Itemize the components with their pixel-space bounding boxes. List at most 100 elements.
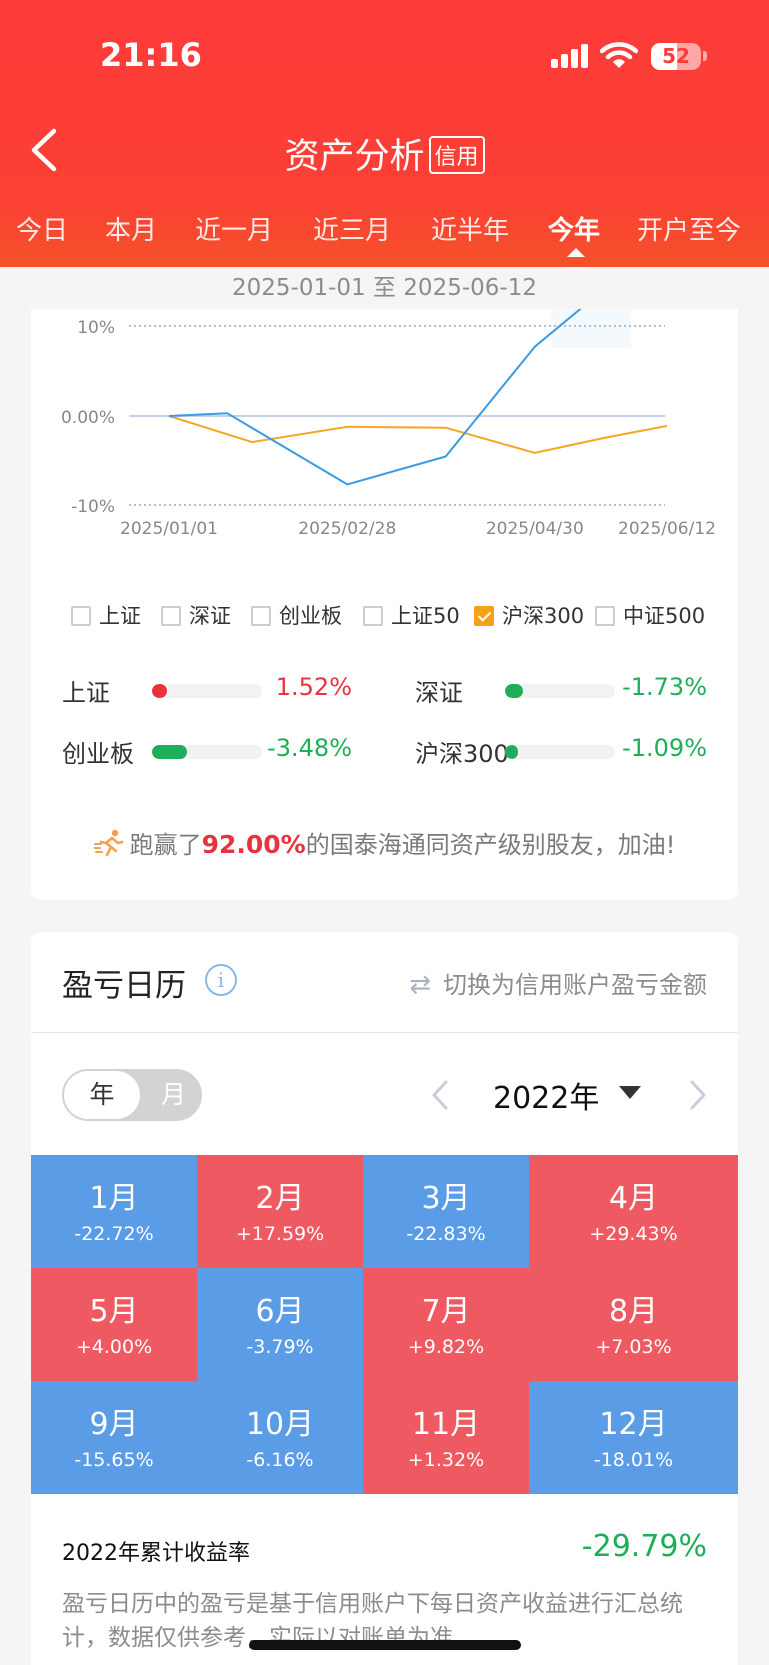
tab-since-opening[interactable]: 开户至今 xyxy=(637,210,741,247)
month-return: -3.79% xyxy=(246,1336,314,1358)
index-value: -1.09% xyxy=(622,734,707,762)
y-tick-label: 0.00% xyxy=(61,408,115,428)
month-return: +1.32% xyxy=(407,1449,485,1471)
date-range: 2025-01-01 至 2025-06-12 xyxy=(0,267,769,309)
credit-badge: 信用 xyxy=(428,136,485,174)
series-line xyxy=(169,290,609,484)
month-name: 12月 xyxy=(599,1407,668,1442)
tab-last-three-months[interactable]: 近三月 xyxy=(313,210,391,247)
asset-analysis-card: 10% 0.00% -10% 2025/01/01 2025/02/28 2025/04/… xyxy=(31,290,738,900)
index-name: 上证 xyxy=(62,679,110,707)
status-time: 21:16 xyxy=(100,36,202,74)
x-tick-label: 2025/02/28 xyxy=(298,519,396,539)
cumulative-value: -29.79% xyxy=(581,1529,707,1564)
page-title-text: 资产分析 xyxy=(284,137,425,177)
index-bar xyxy=(505,745,615,759)
index-bar-fill xyxy=(152,684,168,698)
tab-today[interactable]: 今日 xyxy=(16,210,68,247)
tab-this-year[interactable]: 今年 xyxy=(548,210,600,247)
toggle-month[interactable]: 月 xyxy=(161,1071,186,1119)
month-cell[interactable]: 10月 -6.16% xyxy=(197,1381,363,1494)
index-name: 创业板 xyxy=(62,740,134,768)
chevron-right-icon[interactable] xyxy=(687,1078,709,1112)
period-tabs: 今日 本月 近一月 近三月 近半年 今年 开户至今 xyxy=(0,210,769,260)
tab-last-month[interactable]: 近一月 xyxy=(195,210,273,247)
index-bar-fill xyxy=(505,684,523,698)
month-return: -18.01% xyxy=(593,1449,674,1471)
page-title: 资产分析 信用 xyxy=(0,128,769,179)
month-name: 2月 xyxy=(255,1181,305,1216)
month-name: 10月 xyxy=(245,1407,315,1442)
index-bar xyxy=(152,745,262,759)
y-tick-label: -10% xyxy=(71,497,115,517)
month-return: +7.03% xyxy=(595,1336,672,1358)
month-return: +17.59% xyxy=(235,1223,325,1245)
checkbox-icon xyxy=(251,606,271,626)
info-icon[interactable]: i xyxy=(205,964,237,996)
month-return: +9.82% xyxy=(407,1336,485,1358)
tab-last-half-year[interactable]: 近半年 xyxy=(431,210,509,247)
home-indicator xyxy=(249,1640,521,1650)
x-tick-label: 2025/06/12 xyxy=(618,519,716,539)
battery-level: 52 xyxy=(662,44,690,68)
month-cell[interactable]: 3月 -22.83% xyxy=(363,1155,529,1268)
month-return: -15.65% xyxy=(74,1449,154,1471)
month-cell[interactable]: 1月 -22.72% xyxy=(31,1155,197,1268)
series-line xyxy=(169,416,667,453)
y-tick-label: 10% xyxy=(77,318,115,338)
checkbox-checked-icon xyxy=(474,606,494,626)
year-selector[interactable]: 2022年 xyxy=(493,1073,599,1117)
switch-to-amount-link[interactable]: ⇄ 切换为信用账户盈亏金额 xyxy=(409,965,707,1000)
pnl-calendar-card: 盈亏日历 i ⇄ 切换为信用账户盈亏金额 年 月 2022年 1月 -22.72% 2… xyxy=(31,932,738,1665)
month-cell[interactable]: 8月 +7.03% xyxy=(529,1268,738,1381)
month-name: 9月 xyxy=(89,1407,139,1442)
battery-tip xyxy=(703,51,707,61)
month-cell[interactable]: 7月 +9.82% xyxy=(363,1268,529,1381)
return-line-chart: 10% 0.00% -10%2025/01/01 2025/02/28 2025/04/… xyxy=(61,290,716,539)
switch-arrows-icon: ⇄ xyxy=(409,970,431,1000)
index-value: -3.48% xyxy=(267,734,352,762)
month-cell[interactable]: 5月 +4.00% xyxy=(31,1268,197,1381)
legend-item-zz500[interactable]: 中证500 xyxy=(595,600,705,632)
legend-item-sz50[interactable]: 上证50 xyxy=(363,600,460,632)
month-cell[interactable]: 2月 +17.59% xyxy=(197,1155,363,1268)
month-return: -22.72% xyxy=(74,1223,154,1245)
month-return: +4.00% xyxy=(75,1336,153,1358)
cellular-signal-icon xyxy=(551,44,591,68)
month-cell[interactable]: 4月 +29.43% xyxy=(529,1155,738,1268)
month-cell[interactable]: 6月 -3.79% xyxy=(197,1268,363,1381)
chevron-left-icon[interactable] xyxy=(429,1078,451,1112)
month-name: 4月 xyxy=(608,1181,659,1216)
rank-prefix: 跑赢了 xyxy=(129,831,202,859)
month-name: 3月 xyxy=(421,1181,471,1216)
checkbox-icon xyxy=(595,606,615,626)
year-month-toggle[interactable]: 年 月 xyxy=(62,1069,202,1121)
runner-icon xyxy=(93,829,123,857)
index-name: 沪深300 xyxy=(415,740,509,768)
cumulative-label: 2022年累计收益率 xyxy=(62,1541,250,1566)
index-name: 深证 xyxy=(415,679,463,707)
legend-item-hs300[interactable]: 沪深300 xyxy=(474,600,584,632)
index-bar-fill xyxy=(505,745,519,759)
index-value: -1.73% xyxy=(622,673,707,701)
month-name: 7月 xyxy=(421,1294,471,1329)
rank-message: 跑赢了92.00%的国泰海通同资产级别股友，加油! xyxy=(31,825,738,860)
month-grid: 1月 -22.72% 2月 +17.59% 3月 -22.83% 4月 +29.43% 5月 +4… xyxy=(31,1155,738,1494)
tab-this-month[interactable]: 本月 xyxy=(105,210,157,247)
dropdown-triangle-icon[interactable] xyxy=(619,1086,641,1099)
month-name: 8月 xyxy=(608,1294,659,1329)
checkbox-icon xyxy=(363,606,383,626)
index-value: 1.52% xyxy=(275,673,352,701)
index-row-shenzheng: 深证 -1.73% xyxy=(415,673,707,709)
month-cell[interactable]: 12月 -18.01% xyxy=(529,1381,738,1494)
legend-item-chuangyeban[interactable]: 创业板 xyxy=(251,600,342,632)
rank-percentage: 92.00% xyxy=(201,830,306,859)
toggle-year[interactable]: 年 xyxy=(64,1071,140,1119)
month-cell[interactable]: 11月 +1.32% xyxy=(363,1381,529,1494)
index-bar-fill xyxy=(152,745,188,759)
x-tick-label: 2025/04/30 xyxy=(486,519,584,539)
legend-item-shenzheng[interactable]: 深证 xyxy=(161,600,231,632)
month-cell[interactable]: 9月 -15.65% xyxy=(31,1381,197,1494)
legend-item-shangzheng[interactable]: 上证 xyxy=(71,600,141,632)
month-name: 5月 xyxy=(89,1294,139,1329)
